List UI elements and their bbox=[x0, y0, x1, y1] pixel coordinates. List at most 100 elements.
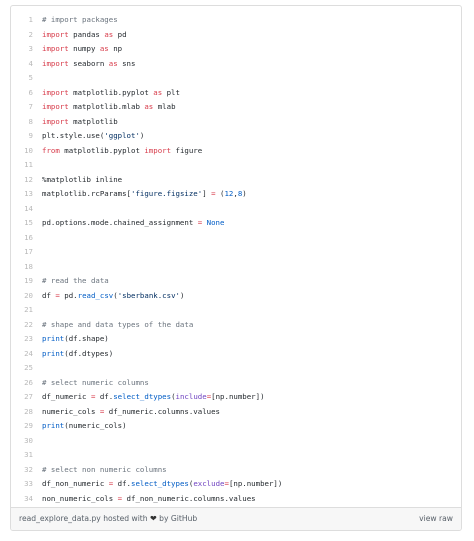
code-token: df bbox=[42, 290, 56, 300]
line-number[interactable]: 18 bbox=[11, 260, 33, 275]
line-code: import numpy as np bbox=[42, 42, 122, 57]
line-number[interactable]: 1 bbox=[11, 13, 33, 28]
code-token: matplotlib.pyplot bbox=[59, 145, 145, 155]
line-number[interactable]: 32 bbox=[11, 463, 33, 478]
code-token: 'sberbank.csv' bbox=[117, 290, 180, 300]
code-token: matplotlib.mlab bbox=[68, 102, 145, 111]
line-number[interactable]: 11 bbox=[11, 158, 33, 173]
code-line: 2 import pandas as pd bbox=[11, 28, 461, 43]
code-token: # select non numeric columns bbox=[42, 464, 167, 474]
code-token: figure bbox=[171, 145, 203, 155]
file-name-link[interactable]: read_explore_data.py bbox=[19, 514, 101, 523]
line-number[interactable]: 14 bbox=[11, 202, 33, 217]
line-number[interactable]: 22 bbox=[11, 318, 33, 333]
line-number[interactable]: 12 bbox=[11, 173, 33, 188]
line-number[interactable]: 34 bbox=[11, 492, 33, 507]
code-token: plt bbox=[162, 87, 180, 97]
line-number[interactable]: 33 bbox=[11, 477, 33, 492]
line-number[interactable]: 5 bbox=[11, 71, 33, 86]
line-number[interactable]: 6 bbox=[11, 86, 33, 101]
line-code: # select numeric columns bbox=[42, 376, 149, 391]
line-number[interactable]: 21 bbox=[11, 303, 33, 318]
code-line: 5 bbox=[11, 71, 461, 86]
code-token: read_csv bbox=[77, 290, 114, 300]
code-token: as bbox=[104, 29, 114, 39]
code-token: [np.number]) bbox=[211, 392, 265, 401]
code-token: exclude bbox=[193, 479, 225, 488]
github-link[interactable]: GitHub bbox=[171, 514, 197, 523]
code-token: df_non_numeric.columns.values bbox=[122, 493, 256, 503]
code-line: 21 bbox=[11, 303, 461, 318]
code-token: df_numeric bbox=[42, 392, 91, 401]
line-number[interactable]: 8 bbox=[11, 115, 33, 130]
line-number[interactable]: 24 bbox=[11, 347, 33, 362]
code-line: 8 import matplotlib bbox=[11, 115, 461, 130]
code-line: 14 bbox=[11, 202, 461, 217]
line-number[interactable]: 13 bbox=[11, 187, 33, 202]
line-number[interactable]: 25 bbox=[11, 361, 33, 376]
code-token: None bbox=[206, 218, 225, 227]
gist-footer: read_explore_data.py hosted with ❤ by Gi… bbox=[11, 507, 461, 530]
line-number[interactable]: 23 bbox=[11, 332, 33, 347]
code-line: 22 # shape and data types of the data bbox=[11, 318, 461, 333]
line-number[interactable]: 2 bbox=[11, 28, 33, 43]
code-line: 26 # select numeric columns bbox=[11, 376, 461, 391]
code-token: matplotlib.rcParams[ bbox=[42, 189, 131, 198]
line-number[interactable]: 27 bbox=[11, 390, 33, 405]
line-number[interactable]: 29 bbox=[11, 419, 33, 434]
code-line: 24 print(df.dtypes) bbox=[11, 347, 461, 362]
code-token: ) bbox=[242, 189, 247, 198]
code-token: pd. bbox=[59, 290, 78, 300]
view-raw-link[interactable]: view raw bbox=[419, 508, 453, 530]
code-token: numpy bbox=[68, 44, 100, 53]
line-number[interactable]: 7 bbox=[11, 100, 33, 115]
line-number[interactable]: 16 bbox=[11, 231, 33, 246]
code-token: print bbox=[42, 334, 65, 343]
line-number[interactable]: 31 bbox=[11, 448, 33, 463]
code-token: seaborn bbox=[68, 58, 109, 68]
code-token: select_dtypes bbox=[113, 392, 172, 401]
code-token: select_dtypes bbox=[131, 479, 189, 488]
code-line: 25 bbox=[11, 361, 461, 376]
line-number[interactable]: 26 bbox=[11, 376, 33, 391]
line-number[interactable]: 9 bbox=[11, 129, 33, 144]
code-line: 11 bbox=[11, 158, 461, 173]
code-token: as bbox=[99, 44, 109, 53]
code-token: sns bbox=[117, 58, 136, 68]
line-number[interactable]: 30 bbox=[11, 434, 33, 449]
footer-meta: read_explore_data.py hosted with ❤ by Gi… bbox=[19, 508, 197, 530]
by-text: by bbox=[159, 514, 169, 523]
line-code: df_non_numeric = df.select_dtypes(exclud… bbox=[42, 477, 282, 492]
code-token: (df.dtypes) bbox=[64, 348, 114, 358]
line-code: df_numeric = df.select_dtypes(include=[n… bbox=[42, 390, 265, 405]
code-token: plt.style.use( bbox=[42, 131, 105, 140]
code-token: ] bbox=[202, 189, 212, 198]
line-code: print(df.shape) bbox=[42, 332, 109, 347]
code-line: 4 import seaborn as sns bbox=[11, 57, 461, 72]
code-token: df. bbox=[113, 479, 132, 488]
line-number[interactable]: 3 bbox=[11, 42, 33, 57]
line-number[interactable]: 15 bbox=[11, 216, 33, 231]
code-token: %matplotlib inline bbox=[42, 174, 123, 184]
line-code: plt.style.use('ggplot') bbox=[42, 129, 144, 144]
line-number[interactable]: 10 bbox=[11, 144, 33, 159]
code-token: import bbox=[144, 145, 172, 155]
heart-icon: ❤ bbox=[150, 514, 157, 523]
code-token: mlab bbox=[153, 102, 176, 111]
code-token: df. bbox=[95, 392, 114, 401]
line-code: print(numeric_cols) bbox=[42, 419, 127, 434]
code-token: as bbox=[144, 102, 154, 111]
line-number[interactable]: 19 bbox=[11, 274, 33, 289]
code-token: from bbox=[42, 145, 60, 155]
code-token: # shape and data types of the data bbox=[42, 319, 194, 329]
line-number[interactable]: 20 bbox=[11, 289, 33, 304]
line-number[interactable]: 28 bbox=[11, 405, 33, 420]
code-token: numeric_cols bbox=[42, 406, 100, 416]
code-line: 30 bbox=[11, 434, 461, 449]
line-code: df = pd.read_csv('sberbank.csv') bbox=[42, 289, 184, 304]
code-token: (df.shape) bbox=[64, 334, 109, 343]
line-code: # shape and data types of the data bbox=[42, 318, 193, 333]
line-number[interactable]: 4 bbox=[11, 57, 33, 72]
code-token: ) bbox=[179, 290, 185, 300]
line-number[interactable]: 17 bbox=[11, 245, 33, 260]
